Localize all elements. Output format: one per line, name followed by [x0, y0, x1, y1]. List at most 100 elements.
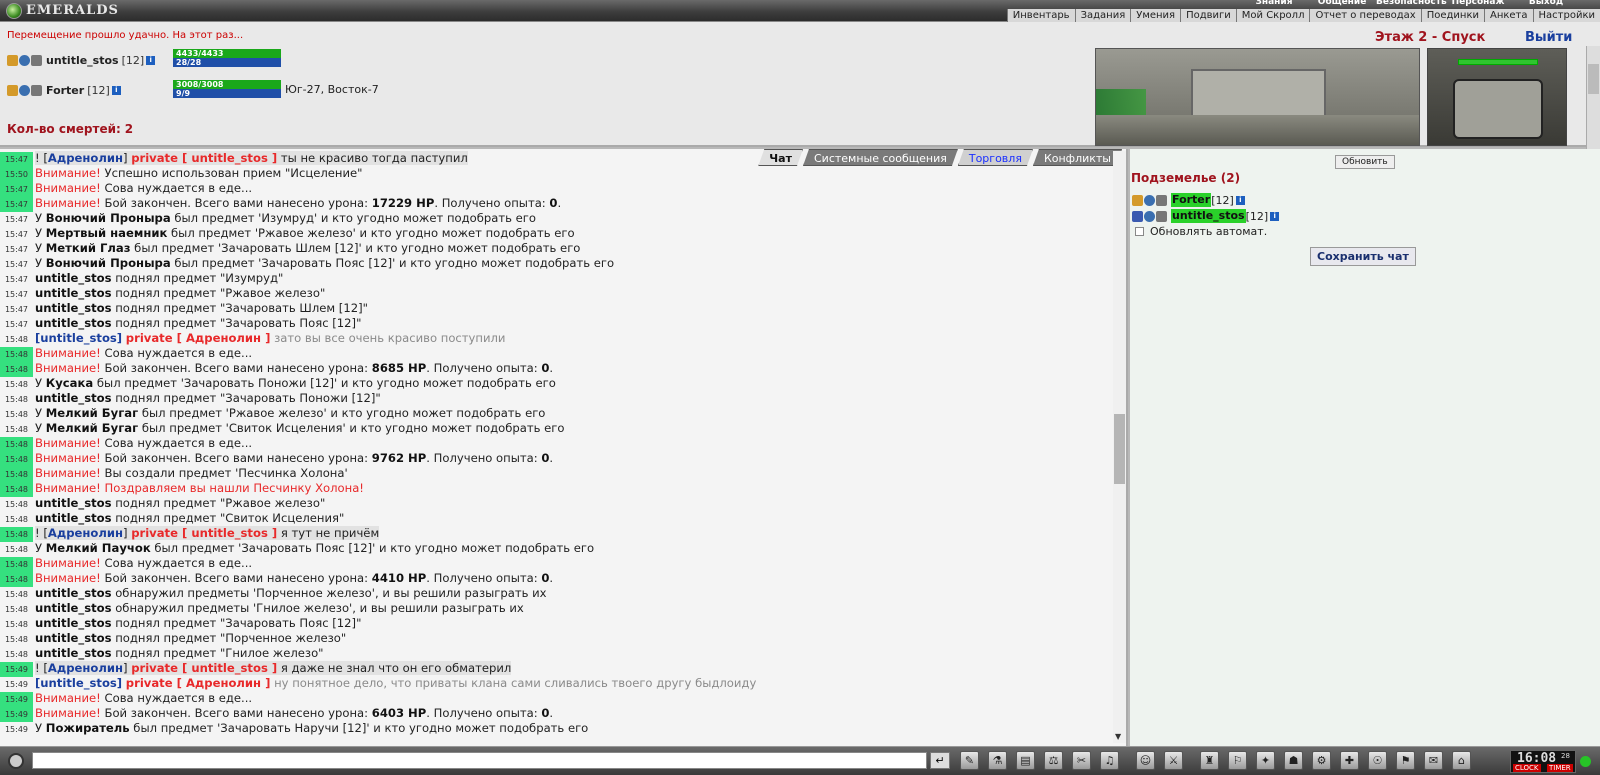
refresh-button[interactable]: Обновить	[1335, 155, 1395, 169]
message-text: У	[35, 226, 46, 240]
save-chat-button[interactable]: Сохранить чат	[1310, 247, 1416, 266]
message-text: .	[549, 361, 554, 375]
timestamp: 15:48	[4, 620, 29, 629]
tool-icon-13[interactable]: ✚	[1340, 751, 1359, 770]
chat-scrollbar[interactable]: ▼	[1113, 151, 1126, 743]
player-name: 9762 HP	[371, 451, 427, 465]
player-name[interactable]: Адренолин	[48, 151, 123, 165]
top-menu-3[interactable]: Персонаж	[1444, 0, 1512, 7]
menu-item-8[interactable]: Настройки	[1532, 9, 1600, 22]
player-name[interactable]: [untitle_stos]	[35, 676, 122, 690]
info-icon[interactable]: i	[1235, 195, 1245, 205]
menu-item-0[interactable]: Инвентарь	[1006, 9, 1075, 22]
message-text: private [ untitle_stos ]	[131, 526, 278, 540]
top-menu-1[interactable]: Общение	[1308, 0, 1376, 7]
chat-message: 15:47 untitle_stos поднял предмет "Изумру…	[0, 271, 1112, 286]
timestamp: 15:49	[0, 707, 33, 722]
movement-pad[interactable]	[1453, 79, 1543, 139]
tool-icon-6[interactable]: ☺	[1136, 751, 1155, 770]
scroll-down-icon[interactable]: ▼	[1115, 732, 1121, 741]
tab-trade[interactable]: Торговля	[958, 149, 1033, 166]
navigation-compass[interactable]	[1427, 48, 1567, 146]
timestamp: 15:48	[4, 410, 29, 419]
message-text: private [ Адренолин ]	[125, 331, 271, 345]
dungeon-view[interactable]	[1095, 48, 1420, 146]
player-name[interactable]: Forter	[46, 84, 84, 97]
message-body: У Мелкий Паучок был предмет 'Зачаровать …	[35, 541, 594, 555]
info-icon[interactable]: i	[146, 55, 156, 65]
menu-item-4[interactable]: Мой Скролл	[1235, 9, 1310, 22]
message-body: Внимание! Поздравляем вы нашли Песчинку …	[35, 481, 364, 495]
tool-icon-12[interactable]: ⚙	[1312, 751, 1331, 770]
status-icons	[1132, 194, 1167, 206]
menu-item-5[interactable]: Отчет о переводах	[1309, 9, 1420, 22]
player-name[interactable]: untitle_stos	[1171, 209, 1246, 223]
dungeon-player[interactable]: Forter [12] i	[1132, 192, 1245, 208]
tool-icon-9[interactable]: ⚐	[1228, 751, 1247, 770]
menu-item-3[interactable]: Подвиги	[1180, 9, 1236, 22]
message-text: был предмет 'Ржавое железо' и кто угодно…	[167, 226, 575, 240]
tool-icon-5[interactable]: ♫	[1100, 751, 1119, 770]
top-menu-4[interactable]: Выход	[1512, 0, 1580, 7]
player-name[interactable]: untitle_stos	[46, 54, 119, 67]
bottom-toolbar: ↵ ✎ ⚗ ▤ ⚖ ✂ ♫ ☺ ⚔ ♜ ⚐ ✦ ☗ ⚙ ✚ ☉ ⚑ ✉ ⌂ 16:08 28 CLOCK TIME…	[0, 746, 1600, 775]
settings-gear-icon[interactable]	[8, 753, 24, 769]
menu-item-2[interactable]: Умения	[1130, 9, 1180, 22]
tool-icon-17[interactable]: ⌂	[1452, 751, 1471, 770]
scroll-thumb[interactable]	[1588, 64, 1599, 94]
tool-icon-1[interactable]: ⚗	[988, 751, 1007, 770]
tool-icon-3[interactable]: ⚖	[1044, 751, 1063, 770]
tool-icon-14[interactable]: ☉	[1368, 751, 1387, 770]
message-text: Бой закончен. Всего вами нанесено урона:	[100, 361, 372, 375]
info-icon[interactable]: i	[111, 85, 121, 95]
party-member-2[interactable]: Forter [12] i	[7, 79, 121, 101]
timestamp: 15:48	[0, 527, 33, 542]
player-name[interactable]: Адренолин	[48, 526, 123, 540]
tool-icon-4[interactable]: ✂	[1072, 751, 1091, 770]
status-led-icon	[1580, 756, 1591, 767]
message-text: ты не красиво тогда паступил	[277, 151, 468, 165]
tab-chat[interactable]: Чат	[758, 149, 803, 166]
move-message: Перемещение прошло удачно. На этот раз..…	[7, 30, 244, 41]
tool-icon-0[interactable]: ✎	[960, 751, 979, 770]
top-menu-2[interactable]: Безопасность	[1376, 0, 1447, 7]
tool-icon-10[interactable]: ✦	[1256, 751, 1275, 770]
tool-icon-7[interactable]: ⚔	[1164, 751, 1183, 770]
scroll-thumb[interactable]	[1114, 414, 1125, 484]
message-text: У	[35, 406, 46, 420]
message-body: untitle_stos поднял предмет "Ржавое желе…	[35, 286, 325, 300]
chat-message: 15:48 untitle_stos поднял предмет "Гнилое…	[0, 646, 1112, 661]
header-scrollbar[interactable]	[1586, 46, 1600, 166]
player-name[interactable]: Адренолин	[48, 661, 123, 675]
tool-icon-15[interactable]: ⚑	[1396, 751, 1415, 770]
rank-icon	[31, 54, 42, 66]
tool-icon-11[interactable]: ☗	[1284, 751, 1303, 770]
message-body: Внимание! Бой закончен. Всего вами нанес…	[35, 451, 553, 465]
top-menu-0[interactable]: Знания	[1240, 0, 1308, 7]
timestamp: 15:47	[4, 230, 29, 239]
exit-link[interactable]: Выйти	[1525, 30, 1572, 45]
player-name[interactable]: [untitle_stos]	[35, 331, 122, 345]
auto-refresh[interactable]: Обновлять автомат.	[1135, 225, 1267, 238]
chat-message: 15:47 У Мертвый наемник был предмет 'Ржав…	[0, 226, 1112, 241]
party-member-1[interactable]: untitle_stos [12] i	[7, 49, 156, 71]
info-icon[interactable]: i	[1270, 211, 1280, 221]
auto-refresh-checkbox[interactable]	[1135, 227, 1144, 236]
player-name: untitle_stos	[35, 646, 112, 660]
player-name[interactable]: Forter	[1171, 193, 1212, 207]
dungeon-player[interactable]: untitle_stos [12] i	[1132, 208, 1280, 224]
chat-message: 15:49 [untitle_stos] private [ Адренолин …	[0, 676, 1112, 691]
message-text: Внимание!	[35, 451, 101, 465]
tab-system[interactable]: Системные сообщения	[803, 149, 958, 166]
tool-icon-8[interactable]: ♜	[1200, 751, 1219, 770]
top-menu: Инвентарь Задания Умения Подвиги Мой Скролл О…	[1006, 9, 1600, 22]
menu-item-6[interactable]: Поединки	[1420, 9, 1484, 22]
menu-item-7[interactable]: Анкета	[1483, 9, 1533, 22]
send-arrow-icon[interactable]: ↵	[930, 752, 950, 769]
chat-input[interactable]	[32, 752, 927, 769]
menu-item-1[interactable]: Задания	[1074, 9, 1131, 22]
message-body: Внимание! Бой закончен. Всего вами нанес…	[35, 196, 561, 210]
tool-icon-16[interactable]: ✉	[1424, 751, 1443, 770]
tool-icon-2[interactable]: ▤	[1016, 751, 1035, 770]
tab-conflicts[interactable]: Конфликты	[1033, 149, 1122, 166]
